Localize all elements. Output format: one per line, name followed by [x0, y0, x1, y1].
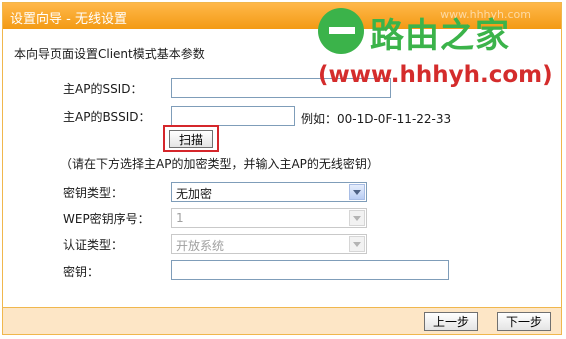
key-type-label: 密钥类型：: [63, 186, 124, 200]
watermark-name: 路由之家: [370, 16, 510, 56]
key-type-select[interactable]: 无加密: [171, 182, 367, 202]
bssid-example: 例如：00-1D-0F-11-22-33: [301, 112, 452, 126]
key-label: 密钥：: [63, 265, 100, 279]
footer-bar: 上一步 下一步: [3, 307, 561, 334]
chevron-down-icon[interactable]: [349, 210, 365, 226]
chevron-down-icon[interactable]: [349, 184, 365, 200]
wep-index-select[interactable]: 1: [171, 208, 367, 228]
watermark-logo-icon: [318, 8, 364, 54]
ssid-label: 主AP的SSID：: [63, 82, 143, 96]
auth-type-label: 认证类型：: [63, 238, 124, 252]
next-button[interactable]: 下一步: [497, 312, 551, 331]
watermark-url: (www.hhhyh.com): [318, 62, 553, 88]
auth-type-select[interactable]: 开放系统: [171, 234, 367, 254]
key-input[interactable]: [171, 260, 449, 280]
prev-button[interactable]: 上一步: [424, 312, 478, 331]
window-title: 设置向导 - 无线设置: [10, 12, 127, 27]
intro-text: 本向导页面设置Client模式基本参数: [14, 47, 205, 61]
auth-type-value: 开放系统: [176, 239, 225, 253]
key-type-value: 无加密: [176, 187, 213, 201]
encryption-hint: （请在下方选择主AP的加密类型，并输入主AP的无线密钥）: [60, 157, 379, 171]
wep-index-value: 1: [176, 211, 184, 225]
chevron-down-icon[interactable]: [349, 236, 365, 252]
bssid-label: 主AP的BSSID：: [63, 110, 151, 124]
scan-button[interactable]: 扫描: [169, 130, 213, 148]
scan-highlight-box: 扫描: [163, 125, 219, 152]
bssid-input[interactable]: [171, 106, 295, 126]
wep-index-label: WEP密钥序号：: [63, 212, 150, 226]
